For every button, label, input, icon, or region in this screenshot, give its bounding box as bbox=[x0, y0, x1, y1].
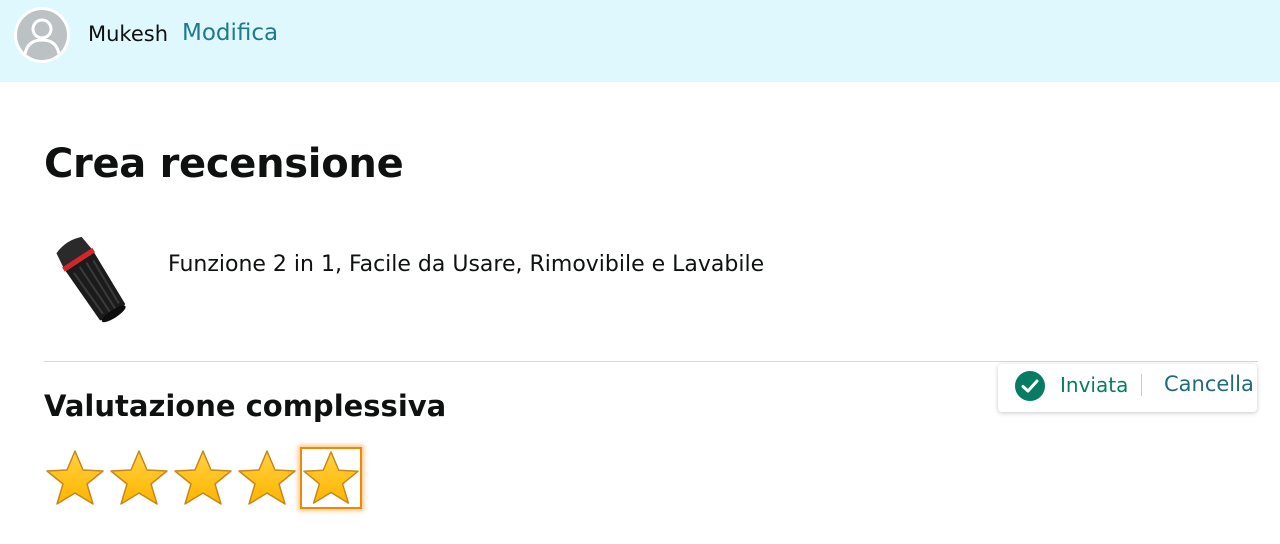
avatar[interactable] bbox=[14, 7, 70, 63]
star-icon bbox=[238, 450, 296, 505]
rating-star-3[interactable] bbox=[172, 447, 234, 509]
cancel-link[interactable]: Cancella bbox=[1164, 372, 1254, 396]
star-icon bbox=[303, 451, 359, 504]
user-avatar-icon bbox=[17, 10, 67, 60]
star-rating[interactable] bbox=[44, 447, 364, 509]
status-label: Inviata bbox=[1060, 373, 1129, 397]
separator bbox=[1141, 374, 1142, 396]
page-title: Crea recensione bbox=[44, 141, 404, 187]
star-icon bbox=[46, 450, 104, 505]
divider bbox=[44, 361, 1258, 362]
edit-profile-link[interactable]: Modifica bbox=[182, 20, 278, 46]
rating-star-1[interactable] bbox=[44, 447, 106, 509]
check-circle-icon bbox=[1014, 370, 1046, 402]
username: Mukesh bbox=[88, 22, 169, 46]
rating-star-4[interactable] bbox=[236, 447, 298, 509]
submission-toast: Inviata Cancella bbox=[998, 364, 1257, 412]
profile-header: Mukesh Modifica bbox=[0, 0, 1280, 82]
star-icon bbox=[174, 450, 232, 505]
rating-star-2[interactable] bbox=[108, 447, 170, 509]
product-thumbnail bbox=[48, 232, 138, 332]
rating-section-title: Valutazione complessiva bbox=[44, 389, 447, 423]
rating-star-5[interactable] bbox=[300, 447, 362, 509]
product-title[interactable]: Funzione 2 in 1, Facile da Usare, Rimovi… bbox=[168, 252, 764, 277]
star-icon bbox=[110, 450, 168, 505]
